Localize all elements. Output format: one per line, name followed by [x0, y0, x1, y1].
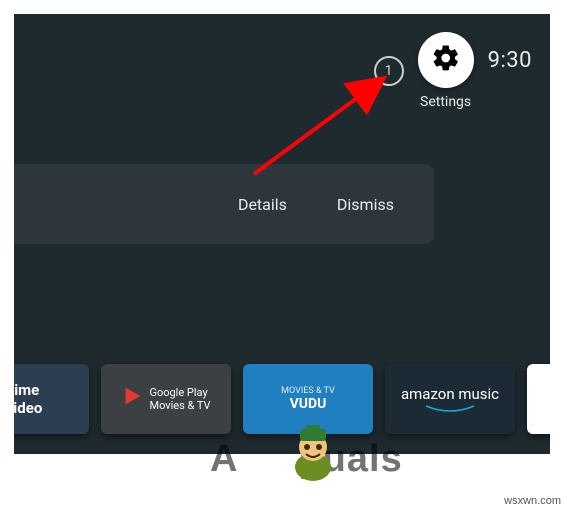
clock: 9:30 — [488, 48, 532, 73]
app-tile-google-play-movies[interactable]: Google Play Movies & TV — [101, 364, 231, 434]
settings-block: Settings — [418, 32, 474, 110]
amazon-smile-icon — [425, 405, 475, 413]
settings-button[interactable] — [418, 32, 474, 88]
app-tile-amazon-music[interactable]: amazon music — [385, 364, 515, 434]
notification-panel: Details Dismiss — [14, 164, 434, 244]
vudu-brand: VUDU — [290, 396, 327, 412]
notification-count-badge[interactable]: 1 — [374, 56, 404, 86]
google-play-line1: Google Play — [149, 386, 210, 399]
app-tile-play-store[interactable] — [527, 364, 550, 434]
gear-icon — [431, 43, 461, 77]
watermark-mascot-icon — [286, 423, 340, 487]
notification-count: 1 — [385, 63, 393, 79]
dismiss-button[interactable]: Dismiss — [337, 195, 394, 214]
settings-label: Settings — [420, 94, 471, 110]
vudu-tagline: MOVIES & TV — [281, 386, 335, 396]
play-movies-icon — [121, 385, 143, 410]
details-button[interactable]: Details — [238, 195, 287, 214]
status-row: 1 Settings 9:30 — [374, 32, 532, 110]
tv-home-screen: 1 Settings 9:30 Details Dismiss rime vid… — [14, 14, 550, 454]
app-tile-prime-video[interactable]: rime video — [14, 364, 89, 434]
source-attribution: wsxwn.com — [504, 495, 561, 507]
app-row: rime video Google Play Movies & TV MOVIE… — [14, 364, 547, 434]
google-play-line2: Movies & TV — [149, 399, 210, 412]
amazon-music-label: amazon music — [401, 385, 499, 403]
prime-video-label: rime video — [14, 381, 42, 417]
